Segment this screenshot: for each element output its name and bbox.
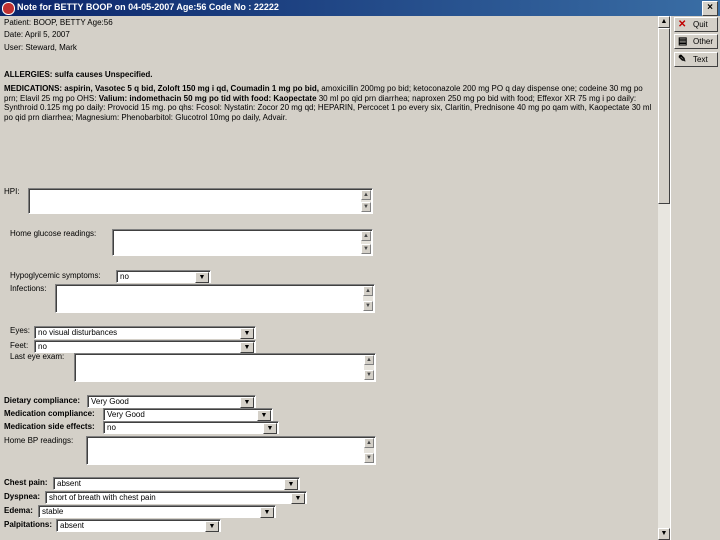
other-icon: ▤ [678,36,688,47]
home-glucose-textarea[interactable]: ▲ ▼ [112,229,373,256]
edema-select[interactable]: stable ▼ [38,505,276,518]
medication-compliance-value: Very Good [107,410,145,419]
chevron-down-icon[interactable]: ▼ [205,521,219,532]
scroll-up-icon[interactable]: ▲ [363,286,373,296]
chevron-down-icon[interactable]: ▼ [240,397,254,408]
edema-value: stable [42,507,64,516]
last-eye-exam-label: Last eye exam: [10,352,65,361]
other-button[interactable]: ▤ Other [674,34,718,49]
scroll-down-icon[interactable]: ▼ [364,453,374,463]
action-panel: ✕ Quit ▤ Other ✎ Text [670,16,720,540]
hypoglycemic-label: Hypoglycemic symptoms: [10,271,101,280]
home-bp-textarea[interactable]: ▲ ▼ [86,436,376,465]
medication-compliance-label: Medication compliance: [4,409,95,418]
medication-side-effects-value: no [107,423,116,432]
infections-scrollbar[interactable]: ▲ ▼ [363,286,373,311]
infections-textarea[interactable]: ▲ ▼ [55,284,375,313]
scroll-up-icon[interactable]: ▲ [658,16,670,28]
main-scrollbar[interactable]: ▲ ▼ [658,16,670,540]
infections-label: Infections: [10,284,47,293]
text-button[interactable]: ✎ Text [674,52,718,67]
chevron-down-icon[interactable]: ▼ [284,479,298,490]
medications-text: MEDICATIONS: aspirin, Vasotec 5 q bid, Z… [4,84,656,122]
hypoglycemic-select[interactable]: no ▼ [116,270,211,283]
patient-line: Patient: BOOP, BETTY Age:56 [4,18,113,27]
palpitations-label: Palpitations: [4,520,53,529]
dyspnea-value: short of breath with chest pain [49,493,156,502]
chevron-down-icon[interactable]: ▼ [240,328,254,339]
chevron-down-icon[interactable]: ▼ [291,493,305,504]
palpitations-value: absent [60,521,85,530]
other-label: Other [693,37,714,46]
note-content: Patient: BOOP, BETTY Age:56 Date: April … [0,16,658,540]
quit-button[interactable]: ✕ Quit [674,17,718,32]
scroll-thumb[interactable] [658,28,670,204]
scroll-down-icon[interactable]: ▼ [361,244,371,254]
medication-side-effects-label: Medication side effects: [4,422,95,431]
meds-part: Vasotec 5 q bid, Zoloft 150 mg i qd, Cou… [94,84,322,93]
dyspnea-label: Dyspnea: [4,492,41,501]
home-bp-scrollbar[interactable]: ▲ ▼ [364,438,374,463]
hpi-textarea[interactable]: ▲ ▼ [28,188,373,214]
chevron-down-icon[interactable]: ▼ [240,342,254,353]
x-icon: ✕ [678,19,687,30]
home-glucose-label: Home glucose readings: [10,229,97,238]
hpi-scrollbar[interactable]: ▲ ▼ [361,190,371,212]
window-title: Note for BETTY BOOP on 04-05-2007 Age:56… [17,2,279,12]
scroll-down-icon[interactable]: ▼ [658,528,670,540]
eyes-value: no visual disturbances [38,328,118,337]
chevron-down-icon[interactable]: ▼ [195,272,209,283]
feet-value: no [38,342,47,351]
text-label: Text [693,55,708,64]
quit-label: Quit [693,20,708,29]
title-bar: Note for BETTY BOOP on 04-05-2007 Age:56… [0,0,720,16]
scroll-up-icon[interactable]: ▲ [364,355,374,365]
eyes-label: Eyes: [10,326,31,335]
scroll-up-icon[interactable]: ▲ [361,231,371,241]
chest-pain-value: absent [57,479,82,488]
chevron-down-icon[interactable]: ▼ [257,410,271,421]
chevron-down-icon[interactable]: ▼ [260,507,274,518]
palpitations-select[interactable]: absent ▼ [56,519,221,532]
text-icon: ✎ [678,54,687,65]
scroll-down-icon[interactable]: ▼ [364,370,374,380]
date-line: Date: April 5, 2007 [4,30,70,39]
feet-select[interactable]: no ▼ [34,340,256,353]
hypoglycemic-value: no [120,272,129,281]
user-line: User: Steward, Mark [4,43,77,52]
dyspnea-select[interactable]: short of breath with chest pain ▼ [45,491,307,504]
chest-pain-label: Chest pain: [4,478,48,487]
chevron-down-icon[interactable]: ▼ [263,423,277,434]
app-icon [2,2,15,15]
chest-pain-select[interactable]: absent ▼ [53,477,300,490]
meds-part: MEDICATIONS: aspirin, [4,84,95,93]
eyes-select[interactable]: no visual disturbances ▼ [34,326,256,339]
close-icon[interactable]: × [702,1,718,16]
scroll-down-icon[interactable]: ▼ [363,301,373,311]
scroll-up-icon[interactable]: ▲ [361,190,371,200]
medication-side-effects-select[interactable]: no ▼ [103,421,279,434]
feet-label: Feet: [10,341,29,350]
dietary-compliance-label: Dietary compliance: [4,396,81,405]
dietary-compliance-value: Very Good [91,397,129,406]
last-eye-exam-scrollbar[interactable]: ▲ ▼ [364,355,374,380]
last-eye-exam-textarea[interactable]: ▲ ▼ [74,353,376,382]
dietary-compliance-select[interactable]: Very Good ▼ [87,395,256,408]
allergies-line: ALLERGIES: sulfa causes Unspecified. [4,70,153,79]
medication-compliance-select[interactable]: Very Good ▼ [103,408,273,421]
edema-label: Edema: [4,506,33,515]
home-bp-label: Home BP readings: [4,436,74,445]
scroll-up-icon[interactable]: ▲ [364,438,374,448]
meds-part: Valium: indomethacin 50 mg po tid with f… [98,93,319,103]
hpi-label: HPI: [4,187,20,196]
scroll-down-icon[interactable]: ▼ [361,202,371,212]
home-glucose-scrollbar[interactable]: ▲ ▼ [361,231,371,254]
